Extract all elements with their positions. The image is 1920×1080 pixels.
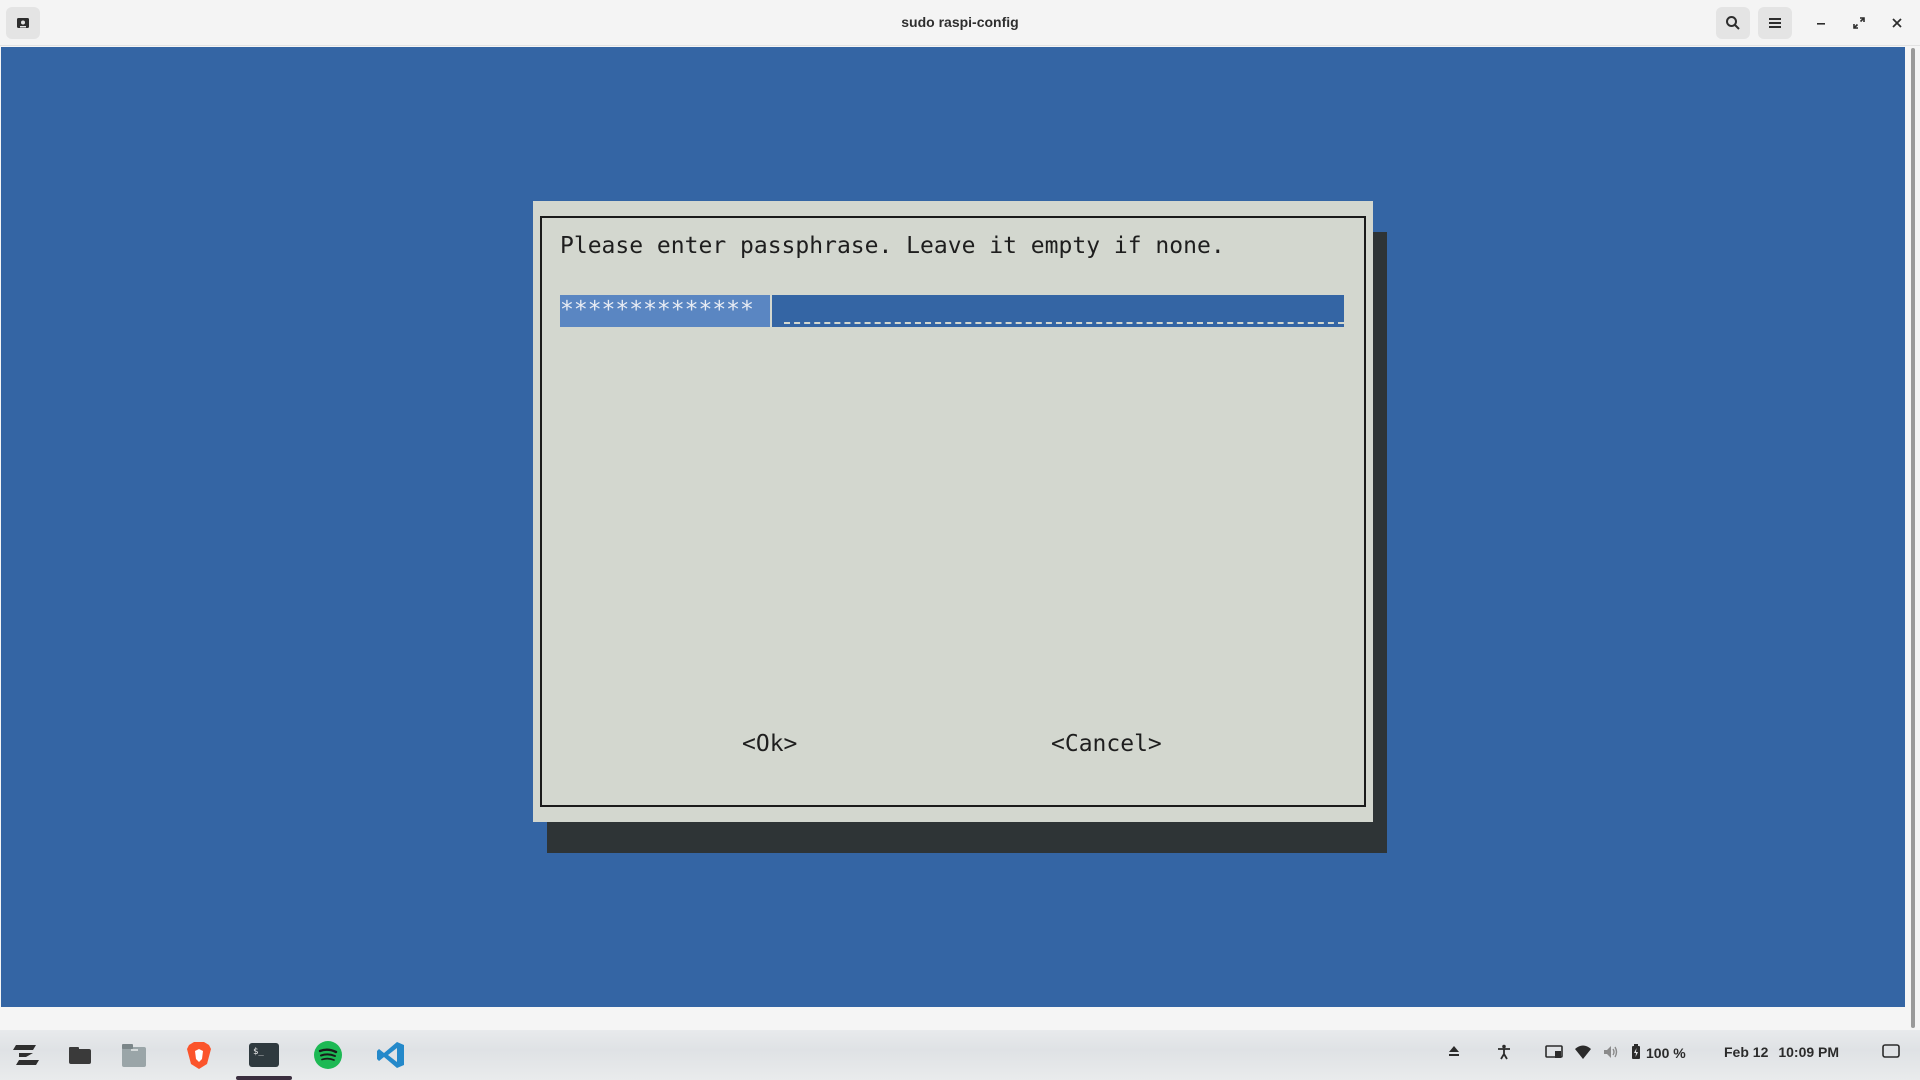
screen-cast-icon[interactable] [1545,1044,1563,1062]
brave-icon[interactable] [183,1039,215,1071]
volume-icon[interactable] [1603,1045,1619,1062]
folder-icon[interactable] [118,1039,150,1071]
accessibility-icon[interactable] [1496,1044,1512,1063]
spotify-icon[interactable] [312,1039,344,1071]
files-icon[interactable] [64,1039,96,1071]
battery-percent: 100 % [1646,1045,1686,1061]
wifi-icon[interactable] [1575,1045,1591,1062]
clock[interactable]: Feb 12 10:09 PM [1724,1044,1839,1060]
cancel-button[interactable]: <Cancel> [1051,731,1162,757]
menu-icon[interactable] [1758,7,1792,39]
passphrase-masked-text: ************** [560,297,754,323]
terminal-icon[interactable]: $_ [248,1039,280,1071]
close-icon[interactable] [1880,7,1914,39]
taskbar: $_ 100 % Feb 12 10:09 PM [0,1030,1920,1080]
zorin-menu-icon[interactable] [10,1039,42,1071]
show-desktop[interactable] [1882,1044,1900,1061]
desktop-icon[interactable] [1882,1044,1900,1061]
dialog-prompt: Please enter passphrase. Leave it empty … [560,233,1225,259]
maximize-icon[interactable] [1842,7,1876,39]
window-title: sudo raspi-config [901,14,1019,30]
passphrase-input[interactable]: ************** [560,295,1344,327]
terminal-bottom-strip [0,1007,1905,1030]
vscode-icon[interactable] [375,1039,407,1071]
minimize-icon[interactable] [1804,7,1838,39]
clock-time: 10:09 PM [1778,1044,1840,1060]
svg-text:$_: $_ [253,1047,264,1057]
title-bar: sudo raspi-config [0,0,1920,46]
tray-status[interactable]: 100 % [1545,1044,1686,1062]
passphrase-dialog: Please enter passphrase. Leave it empty … [533,201,1373,822]
tray-accessibility[interactable] [1496,1044,1512,1063]
input-underline [784,298,1344,324]
eject-icon[interactable] [1447,1044,1461,1061]
search-icon[interactable] [1716,7,1750,39]
text-cursor [770,295,784,327]
scrollbar-thumb[interactable] [1911,48,1915,1028]
battery-icon[interactable] [1631,1044,1641,1062]
ok-button[interactable]: <Ok> [742,731,797,757]
clock-date: Feb 12 [1724,1044,1769,1060]
tray-eject[interactable] [1447,1044,1461,1061]
active-app-indicator [236,1076,292,1080]
